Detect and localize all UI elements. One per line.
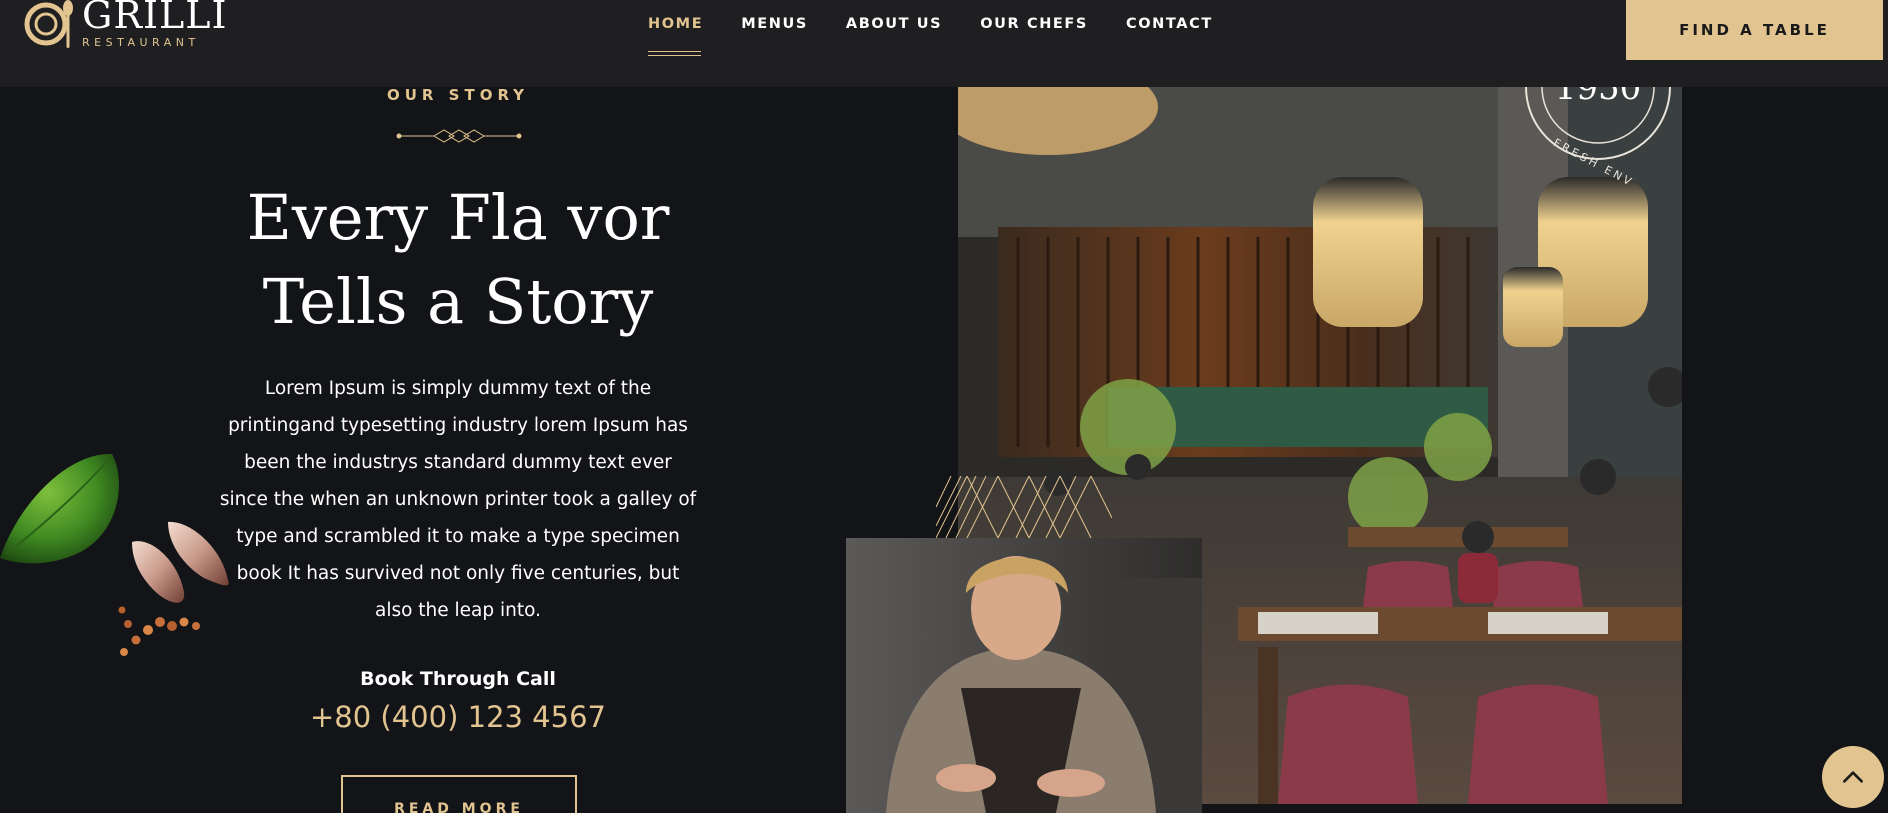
- story-body: Lorem Ipsum is simply dummy text of the …: [216, 370, 700, 629]
- book-through-call-label: Book Through Call: [360, 668, 556, 690]
- body-line: printingand typesetting industry lorem I…: [228, 415, 688, 436]
- body-line: type and scrambled it to make a type spe…: [236, 526, 680, 547]
- badge-year: 1950: [1555, 87, 1642, 108]
- body-line: been the industrys standard dummy text e…: [244, 452, 672, 473]
- body-line: since the when an unknown printer took a…: [219, 489, 697, 510]
- site-header: GRILLI RESTAURANT HOME MENUS ABOUT US OU…: [0, 0, 1888, 87]
- body-line: also the leap into.: [374, 600, 542, 621]
- chef-image: [846, 538, 1202, 813]
- section-eyebrow: OUR STORY: [386, 86, 530, 104]
- body-line: Lorem Ipsum is simply dummy text of the: [264, 378, 652, 399]
- chevron-up-icon: [1843, 771, 1863, 783]
- nav-menus[interactable]: MENUS: [741, 16, 808, 32]
- body-line: book It has survived not only five centu…: [236, 563, 680, 584]
- find-a-table-button[interactable]: FIND A TABLE: [1626, 0, 1883, 60]
- brand-name: GRILLI: [82, 0, 228, 37]
- headline-line-1: Every Fla vor: [246, 181, 670, 254]
- headline-line-2: Tells a Story: [262, 265, 654, 338]
- logo[interactable]: GRILLI RESTAURANT: [24, 0, 227, 56]
- section-headline: Every Fla vor Tells a Story: [160, 176, 756, 344]
- nav-our-chefs[interactable]: OUR CHEFS: [980, 16, 1088, 32]
- nav-active-underline: [648, 51, 701, 56]
- nav-contact[interactable]: CONTACT: [1126, 16, 1213, 32]
- plate-spoon-icon: [24, 0, 73, 48]
- nav-home[interactable]: HOME: [648, 16, 703, 32]
- decorative-ingredients-image: [0, 453, 229, 656]
- main-nav: HOME MENUS ABOUT US OUR CHEFS CONTACT: [648, 16, 1251, 32]
- ornament-divider: [396, 129, 522, 143]
- read-more-button[interactable]: READ MORE: [341, 775, 577, 813]
- brand-tagline: RESTAURANT: [82, 36, 200, 49]
- nav-about-us[interactable]: ABOUT US: [846, 16, 942, 32]
- phone-number[interactable]: +80 (400) 123 4567: [260, 700, 656, 734]
- decorative-pattern: [936, 476, 1112, 538]
- scroll-to-top-button[interactable]: [1822, 746, 1884, 808]
